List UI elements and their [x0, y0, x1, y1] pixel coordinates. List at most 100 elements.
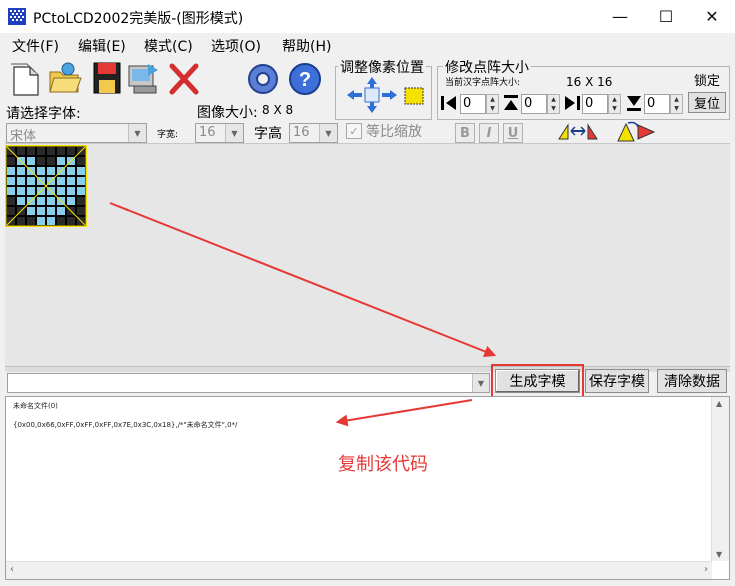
- pixel-cell[interactable]: [77, 167, 85, 175]
- bottom-spin-stepper[interactable]: ▲ ▼: [670, 94, 683, 114]
- pixel-cell[interactable]: [7, 157, 15, 165]
- pixel-cell[interactable]: [27, 207, 35, 215]
- menu-mode[interactable]: 模式(C): [144, 36, 193, 56]
- pixel-cell[interactable]: [77, 157, 85, 165]
- pixel-cell[interactable]: [67, 177, 75, 185]
- scroll-down-icon: ▼: [716, 550, 723, 559]
- pixel-grid[interactable]: [5, 145, 87, 227]
- pixel-cell[interactable]: [7, 207, 15, 215]
- minimize-button[interactable]: —: [597, 0, 643, 33]
- menu-options[interactable]: 选项(O): [211, 36, 261, 56]
- char-height-select[interactable]: 16 ▼: [289, 123, 338, 143]
- pixel-cell[interactable]: [57, 177, 65, 185]
- right-spin-input[interactable]: 0: [582, 94, 608, 114]
- pixel-cell[interactable]: [57, 157, 65, 165]
- pixel-cell[interactable]: [67, 197, 75, 205]
- pixel-cell[interactable]: [37, 197, 45, 205]
- pixel-cell[interactable]: [77, 197, 85, 205]
- pixel-cell[interactable]: [27, 147, 35, 155]
- pixel-cell[interactable]: [17, 197, 25, 205]
- generate-font-button[interactable]: 生成字模: [495, 369, 580, 393]
- pixel-cell[interactable]: [17, 217, 25, 225]
- move-pixels-icon[interactable]: [343, 75, 401, 115]
- top-spin-input[interactable]: 0: [521, 94, 547, 114]
- pixel-cell[interactable]: [47, 147, 55, 155]
- pixel-cell[interactable]: [27, 187, 35, 195]
- pixel-cell[interactable]: [47, 167, 55, 175]
- left-spin-stepper[interactable]: ▲ ▼: [486, 94, 499, 114]
- pixel-cell[interactable]: [27, 177, 35, 185]
- pixel-cell[interactable]: [17, 167, 25, 175]
- font-select[interactable]: 宋体 ▼: [6, 123, 147, 144]
- shrink-top-icon[interactable]: [502, 94, 520, 112]
- center-pixels-icon[interactable]: [402, 85, 426, 107]
- pixel-cell[interactable]: [57, 207, 65, 215]
- flip-horizontal-icon[interactable]: [556, 121, 600, 143]
- pixel-cell[interactable]: [17, 177, 25, 185]
- pixel-cell[interactable]: [37, 147, 45, 155]
- output-textarea[interactable]: 未命名文件(0) {0x00,0x66,0xFF,0xFF,0xFF,0x7E,…: [5, 396, 730, 580]
- menu-file[interactable]: 文件(F): [12, 36, 59, 56]
- shrink-bottom-icon[interactable]: [625, 94, 643, 112]
- pixel-cell[interactable]: [47, 207, 55, 215]
- proportional-checkbox[interactable]: ✓: [346, 123, 362, 139]
- menu-help[interactable]: 帮助(H): [282, 36, 331, 56]
- pixel-cell[interactable]: [67, 217, 75, 225]
- pixel-cell[interactable]: [47, 157, 55, 165]
- left-spin-input[interactable]: 0: [460, 94, 486, 114]
- pixel-cell[interactable]: [27, 217, 35, 225]
- clear-data-button[interactable]: 清除数据: [657, 369, 727, 393]
- pixel-cell[interactable]: [17, 187, 25, 195]
- new-file-icon[interactable]: [8, 61, 42, 97]
- image-size-label: 图像大小:: [197, 105, 258, 121]
- maximize-button[interactable]: ☐: [643, 0, 689, 33]
- pixel-cell[interactable]: [67, 147, 75, 155]
- chevron-down-icon: ▼: [225, 124, 243, 142]
- save-font-button[interactable]: 保存字模: [585, 369, 649, 393]
- bottom-spin-input[interactable]: 0: [644, 94, 670, 114]
- open-folder-icon[interactable]: [48, 60, 82, 96]
- pixel-cell[interactable]: [37, 217, 45, 225]
- pixel-cell[interactable]: [57, 147, 65, 155]
- pixel-cell[interactable]: [67, 167, 75, 175]
- pixel-cell[interactable]: [27, 157, 35, 165]
- close-button[interactable]: ✕: [689, 0, 735, 33]
- pixel-cell[interactable]: [67, 187, 75, 195]
- import-image-icon[interactable]: [126, 60, 160, 96]
- pixel-cell[interactable]: [7, 187, 15, 195]
- shrink-left-icon[interactable]: [440, 94, 458, 112]
- pixel-cell[interactable]: [37, 167, 45, 175]
- bold-button[interactable]: B: [455, 123, 475, 143]
- pixel-cell[interactable]: [77, 207, 85, 215]
- horizontal-scrollbar[interactable]: ‹ ›: [6, 561, 712, 579]
- pixel-cell[interactable]: [57, 187, 65, 195]
- reset-button[interactable]: 复位: [688, 92, 726, 113]
- shrink-right-icon[interactable]: [563, 94, 581, 112]
- pixel-cell[interactable]: [77, 177, 85, 185]
- pixel-cell[interactable]: [7, 177, 15, 185]
- char-width-select[interactable]: 16 ▼: [195, 123, 244, 143]
- file-path-combo[interactable]: ▼: [7, 373, 490, 393]
- pixel-cell[interactable]: [7, 197, 15, 205]
- pixel-cell[interactable]: [7, 167, 15, 175]
- italic-button[interactable]: I: [479, 123, 499, 143]
- right-spin-stepper[interactable]: ▲ ▼: [608, 94, 621, 114]
- pixel-cell[interactable]: [47, 197, 55, 205]
- menu-edit[interactable]: 编辑(E): [78, 36, 126, 56]
- underline-button[interactable]: U: [503, 123, 523, 143]
- pixel-cell[interactable]: [77, 187, 85, 195]
- vertical-scrollbar[interactable]: ▲ ▼: [711, 397, 729, 561]
- pixel-cell[interactable]: [17, 147, 25, 155]
- drawing-canvas[interactable]: [5, 143, 730, 366]
- delete-x-icon[interactable]: [167, 61, 201, 97]
- pixel-cell[interactable]: [37, 207, 45, 215]
- flip-vertical-icon[interactable]: [614, 121, 658, 143]
- save-disk-icon[interactable]: [90, 60, 124, 96]
- pixel-cell[interactable]: [37, 157, 45, 165]
- pixel-cell[interactable]: [47, 217, 55, 225]
- top-spin-stepper[interactable]: ▲ ▼: [547, 94, 560, 114]
- lock-button[interactable]: 锁定: [688, 70, 726, 89]
- help-icon[interactable]: ?: [288, 61, 322, 97]
- pixel-cell[interactable]: [57, 217, 65, 225]
- settings-gear-icon[interactable]: [246, 61, 280, 97]
